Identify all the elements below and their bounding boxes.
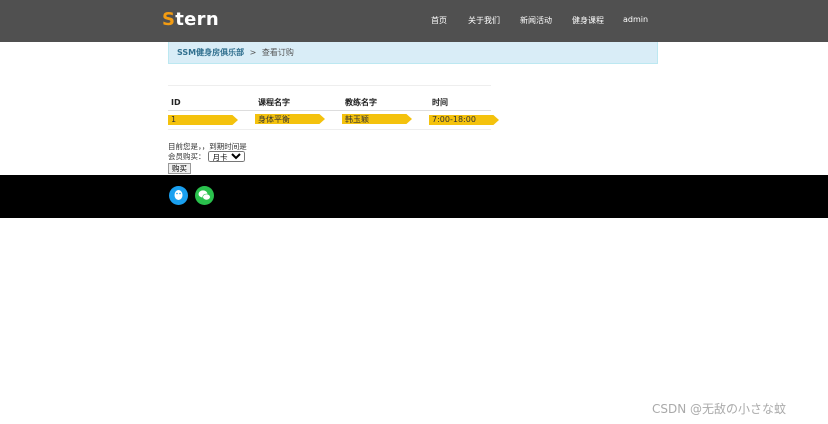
logo-text: tern [175,9,219,30]
cell-text: 7:00-18:00 [432,115,476,124]
table-row: 1 身体平衡 韩玉颖 7:00-18:00 [168,110,499,130]
table-cell-id: 1 [168,110,255,130]
logo-accent-letter: S [162,9,176,30]
column-header-id: ID [168,86,255,111]
membership-purchase-row: 会员购买： 月卡 [168,151,245,162]
column-header-course: 课程名字 [255,86,342,111]
orders-table: ID 课程名字 教练名字 时间 1 身体平衡 韩玉颖 7:00-18:00 [168,86,499,130]
cell-text: 身体平衡 [258,115,290,124]
cell-text: 韩玉颖 [345,115,369,124]
table-header-row: ID 课程名字 教练名字 时间 [168,86,491,111]
csdn-watermark: CSDN @无敌の小さな蚊 [652,402,787,416]
nav-item-admin[interactable]: admin [623,15,648,24]
footer [0,175,828,218]
qq-icon[interactable] [169,186,188,205]
top-navbar: Stern 首页 关于我们 新闻活动 健身课程 admin [0,0,828,42]
column-header-time: 时间 [429,86,491,111]
breadcrumb-home-link[interactable]: SSM健身房俱乐部 [177,48,244,57]
table-cell-coach: 韩玉颖 [342,110,429,130]
nav-item-courses[interactable]: 健身课程 [572,15,604,26]
table-cell-time: 7:00-18:00 [429,110,499,130]
nav-item-news[interactable]: 新闻活动 [520,15,552,26]
highlight-bar [168,115,238,125]
breadcrumb-separator: > [249,48,257,57]
orders-table-container: ID 课程名字 教练名字 时间 1 身体平衡 韩玉颖 7:00-18:00 [168,85,499,130]
cell-text: 1 [171,115,177,124]
nav-item-home[interactable]: 首页 [431,15,447,26]
membership-purchase-label: 会员购买： [168,152,206,161]
breadcrumb: SSM健身房俱乐部 > 查看订购 [168,42,658,64]
site-logo[interactable]: Stern [162,9,219,30]
breadcrumb-current: 查看订购 [261,48,294,57]
nav-item-about[interactable]: 关于我们 [468,15,500,26]
buy-button[interactable]: 购买 [168,163,191,174]
table-cell-course: 身体平衡 [255,110,342,130]
membership-type-select[interactable]: 月卡 [207,151,245,162]
wechat-icon[interactable] [195,186,214,205]
column-header-coach: 教练名字 [342,86,429,111]
